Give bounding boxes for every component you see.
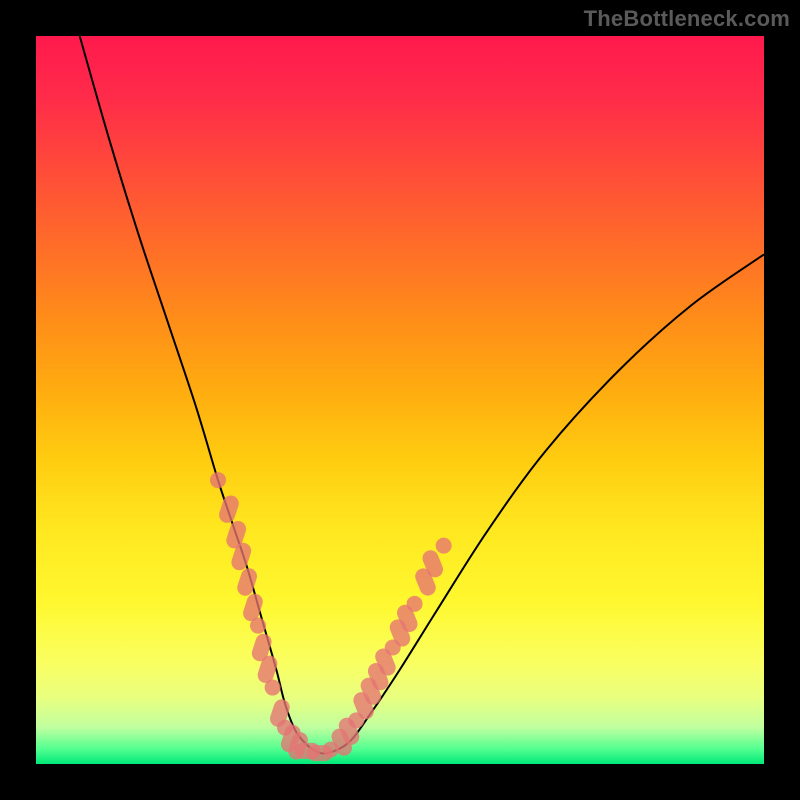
plot-area <box>36 36 764 764</box>
chart-root: TheBottleneck.com <box>0 0 800 800</box>
data-point <box>436 538 452 554</box>
data-point <box>210 472 226 488</box>
data-point <box>407 596 423 612</box>
curve-layer <box>36 36 764 764</box>
data-point <box>217 493 241 525</box>
data-point <box>250 618 266 634</box>
data-points-layer <box>210 472 452 762</box>
bottleneck-curve <box>80 36 764 753</box>
data-point <box>265 680 281 696</box>
watermark-text: TheBottleneck.com <box>584 6 790 32</box>
